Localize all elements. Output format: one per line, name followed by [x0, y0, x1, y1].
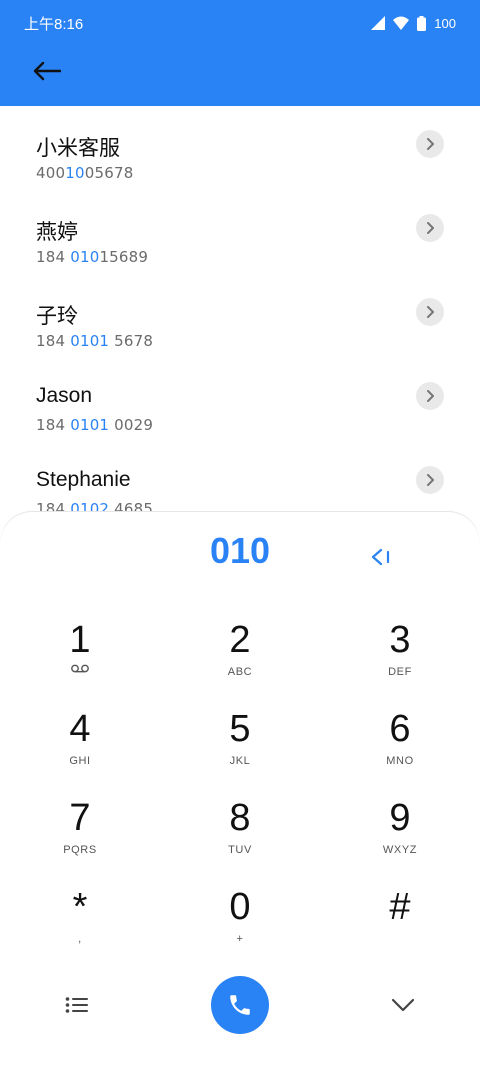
dialer-actions — [0, 970, 480, 1040]
call-button[interactable] — [211, 976, 269, 1034]
key-letters: DEF — [388, 666, 412, 678]
dialer-panel: 010 1 2 ABC 3 DEF 4 GHI 5 JKL 6 MNO 7 PQ… — [0, 512, 480, 1066]
key-letters: JKL — [229, 755, 251, 767]
key-6[interactable]: 6 MNO — [320, 705, 480, 794]
contact-item[interactable]: Jason 184 0101 0029 — [0, 358, 480, 442]
battery-icon — [417, 15, 427, 31]
keypad: 1 2 ABC 3 DEF 4 GHI 5 JKL 6 MNO 7 PQRS 8 — [0, 616, 480, 972]
contact-item[interactable]: 燕婷 184 01015689 — [0, 190, 480, 274]
contact-phone: 4001005678 — [36, 164, 133, 182]
phone-suffix: 5678 — [109, 332, 154, 350]
signal-icon — [371, 16, 386, 30]
key-digit: 4 — [69, 708, 91, 750]
key-hash[interactable]: # — [320, 883, 480, 972]
key-letters: TUV — [228, 844, 252, 856]
key-letters: WXYZ — [382, 844, 418, 856]
contact-name: Jason — [36, 384, 93, 407]
contact-name: 燕婷 — [36, 221, 78, 244]
key-digit: # — [389, 886, 411, 928]
contact-detail-button[interactable] — [416, 214, 444, 242]
key-letters: , — [78, 933, 82, 945]
battery-level: 100 — [434, 15, 456, 31]
key-star[interactable]: * , — [0, 883, 160, 972]
key-digit: 8 — [229, 797, 251, 839]
key-5[interactable]: 5 JKL — [160, 705, 320, 794]
chevron-down-icon — [391, 998, 415, 1012]
phone-suffix: 05678 — [84, 164, 134, 182]
key-letters: GHI — [69, 755, 91, 767]
phone-prefix: 184 — [36, 332, 71, 350]
status-bar: 上午8:16 100 — [24, 12, 456, 34]
key-4[interactable]: 4 GHI — [0, 705, 160, 794]
back-button[interactable] — [30, 56, 64, 86]
key-letters: + — [236, 933, 244, 945]
key-digit: 3 — [389, 619, 411, 661]
key-letters: PQRS — [63, 844, 97, 856]
key-letters: MNO — [386, 755, 414, 767]
phone-prefix: 184 — [36, 416, 71, 434]
key-digit: 2 — [229, 619, 251, 661]
list-menu-icon — [65, 997, 88, 1013]
chevron-right-icon — [427, 306, 434, 318]
hide-keypad-button[interactable] — [376, 978, 430, 1032]
contact-results-list[interactable]: 小米客服 4001005678 燕婷 184 01015689 子玲 184 0… — [0, 106, 480, 526]
contact-detail-button[interactable] — [416, 298, 444, 326]
chevron-right-icon — [427, 474, 434, 486]
phone-match: 010 — [70, 248, 100, 266]
backspace-button[interactable] — [366, 542, 396, 572]
dialed-number: 010 — [209, 530, 271, 571]
voicemail-icon — [71, 664, 89, 673]
key-letters: ABC — [227, 666, 253, 678]
contact-phone: 184 0101 5678 — [36, 332, 153, 350]
contact-detail-button[interactable] — [416, 382, 444, 410]
contact-phone: 184 01015689 — [36, 248, 148, 266]
key-digit: 0 — [229, 886, 251, 928]
phone-match: 10 — [65, 164, 85, 182]
key-3[interactable]: 3 DEF — [320, 616, 480, 705]
chevron-right-icon — [427, 390, 434, 402]
key-1[interactable]: 1 — [0, 616, 160, 705]
key-digit: * — [72, 886, 88, 928]
app-bar: 上午8:16 100 — [0, 0, 480, 106]
contact-detail-button[interactable] — [416, 130, 444, 158]
menu-button[interactable] — [50, 978, 104, 1032]
chevron-right-icon — [427, 138, 434, 150]
phone-icon — [230, 995, 250, 1015]
contact-name: Stephanie — [36, 468, 131, 491]
status-icons: 100 — [371, 15, 456, 31]
phone-match: 0101 — [70, 416, 110, 434]
key-digit: 1 — [69, 619, 91, 661]
key-digit: 6 — [389, 708, 411, 750]
key-7[interactable]: 7 PQRS — [0, 794, 160, 883]
key-digit: 9 — [389, 797, 411, 839]
contact-item[interactable]: 小米客服 4001005678 — [0, 106, 480, 190]
phone-match: 0101 — [70, 332, 110, 350]
status-time: 上午8:16 — [24, 15, 84, 33]
key-9[interactable]: 9 WXYZ — [320, 794, 480, 883]
backspace-icon — [371, 548, 390, 566]
phone-suffix: 15689 — [99, 248, 149, 266]
contact-name: 子玲 — [36, 305, 78, 328]
contact-item[interactable]: 子玲 184 0101 5678 — [0, 274, 480, 358]
phone-prefix: 184 — [36, 248, 71, 266]
key-8[interactable]: 8 TUV — [160, 794, 320, 883]
phone-suffix: 0029 — [109, 416, 154, 434]
key-2[interactable]: 2 ABC — [160, 616, 320, 705]
key-0[interactable]: 0 + — [160, 883, 320, 972]
arrow-left-icon — [33, 61, 61, 81]
phone-prefix: 400 — [36, 164, 66, 182]
key-digit: 7 — [69, 797, 91, 839]
chevron-right-icon — [427, 222, 434, 234]
contact-phone: 184 0101 0029 — [36, 416, 153, 434]
wifi-icon — [393, 16, 410, 30]
contact-name: 小米客服 — [36, 137, 120, 160]
contact-detail-button[interactable] — [416, 466, 444, 494]
key-digit: 5 — [229, 708, 251, 750]
